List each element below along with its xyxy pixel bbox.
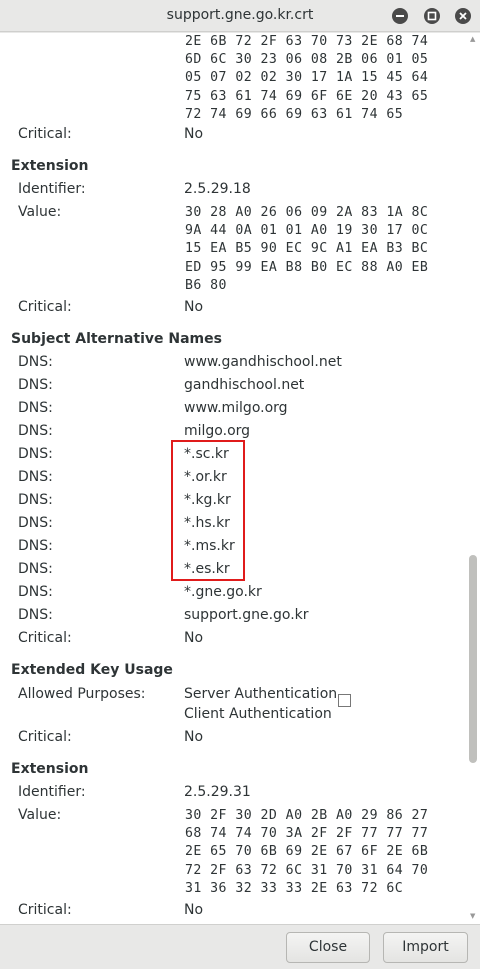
identifier-value: 2.5.29.18 (184, 181, 251, 197)
scrollbar-thumb[interactable] (469, 555, 477, 763)
identifier-value: 2.5.29.31 (184, 784, 251, 800)
identifier-label: Identifier: (18, 784, 86, 800)
value-label: Value: (18, 807, 62, 823)
section-heading-san: Subject Alternative Names (11, 331, 222, 347)
hex-line: 72 74 69 66 69 63 61 74 65 (185, 106, 404, 122)
hex-line: 75 63 61 74 69 6F 6E 20 43 65 (185, 88, 429, 104)
dns-entry: *.gne.go.kr (184, 584, 262, 600)
purpose-text: Server Authentication (184, 686, 338, 702)
section-heading-extension: Extension (11, 158, 89, 174)
dns-entry: www.gandhischool.net (184, 354, 342, 370)
critical-label: Critical: (18, 126, 72, 142)
hex-line: 2E 6B 72 2F 63 70 73 2E 68 74 (185, 34, 429, 49)
vertical-scrollbar[interactable]: ▲ ▼ (466, 33, 480, 924)
critical-value: No (184, 902, 204, 918)
dns-label: DNS: (18, 607, 53, 623)
maximize-icon[interactable] (424, 8, 440, 24)
critical-value: No (184, 630, 204, 646)
critical-label: Critical: (18, 902, 72, 918)
window-title: support.gne.go.kr.crt (166, 7, 314, 23)
hex-line: 05 07 02 02 30 17 1A 15 45 64 (185, 70, 429, 86)
dns-label: DNS: (18, 469, 53, 485)
critical-value: No (184, 729, 204, 745)
hex-line: 2E 65 70 6B 69 2E 67 6F 2E 6B (185, 844, 429, 860)
highlight-box (171, 440, 245, 581)
dns-label: DNS: (18, 377, 53, 393)
allowed-purposes-label: Allowed Purposes: (18, 686, 146, 702)
hex-line: 68 74 74 70 3A 2F 2F 77 77 77 (185, 826, 429, 842)
hex-line: 30 28 A0 26 06 09 2A 83 1A 8C (185, 205, 429, 220)
dns-label: DNS: (18, 492, 53, 508)
dns-label: DNS: (18, 584, 53, 600)
dialog-footer: Close Import (0, 924, 480, 969)
import-button[interactable]: Import (383, 932, 468, 963)
hex-line: 30 2F 30 2D A0 2B A0 29 86 27 (185, 808, 429, 823)
purpose-server-auth: Server Authentication​ (184, 685, 352, 707)
dns-label: DNS: (18, 561, 53, 577)
certificate-details[interactable]: 2E 6B 72 2F 63 70 73 2E 68 74 6D 6C 30 2… (0, 33, 480, 924)
hex-line: 15 EA B5 90 EC 9C A1 EA B3 BC (185, 241, 429, 257)
hex-line: ED 95 99 EA B8 B0 EC 88 A0 EB (185, 259, 429, 275)
hex-line: 6D 6C 30 23 06 08 2B 06 01 05 (185, 52, 429, 68)
dns-label: DNS: (18, 354, 53, 370)
title-bar: support.gne.go.kr.crt (0, 0, 480, 32)
critical-value: No (184, 126, 204, 142)
minimize-icon[interactable] (392, 8, 408, 24)
dns-entry: milgo.org (184, 423, 251, 439)
critical-label: Critical: (18, 729, 72, 745)
dns-label: DNS: (18, 538, 53, 554)
hex-line: 9A 44 0A 01 01 A0 19 30 17 0C (185, 223, 429, 239)
dns-label: DNS: (18, 515, 53, 531)
dns-entry: www.milgo.org (184, 400, 288, 416)
purpose-client-auth: Client Authentication (184, 706, 332, 722)
section-heading-eku: Extended Key Usage (11, 662, 173, 678)
unknown-glyph-icon: ​ (338, 694, 352, 707)
identifier-label: Identifier: (18, 181, 86, 197)
dns-entry: support.gne.go.kr (184, 607, 309, 623)
close-icon[interactable] (455, 8, 471, 24)
hex-line: B6 80 (185, 277, 227, 293)
dns-label: DNS: (18, 446, 53, 462)
hex-line: 31 36 32 33 33 2E 63 72 6C (185, 880, 404, 896)
dns-label: DNS: (18, 400, 53, 416)
scroll-up-icon[interactable]: ▲ (470, 35, 476, 43)
close-button[interactable]: Close (286, 932, 370, 963)
scroll-down-icon[interactable]: ▼ (470, 912, 476, 920)
critical-value: No (184, 299, 204, 315)
value-label: Value: (18, 204, 62, 220)
dns-entry: gandhischool.net (184, 377, 305, 393)
section-heading-extension: Extension (11, 761, 89, 777)
dns-label: DNS: (18, 423, 53, 439)
critical-label: Critical: (18, 299, 72, 315)
hex-line: 72 2F 63 72 6C 31 70 31 64 70 (185, 862, 429, 878)
critical-label: Critical: (18, 630, 72, 646)
